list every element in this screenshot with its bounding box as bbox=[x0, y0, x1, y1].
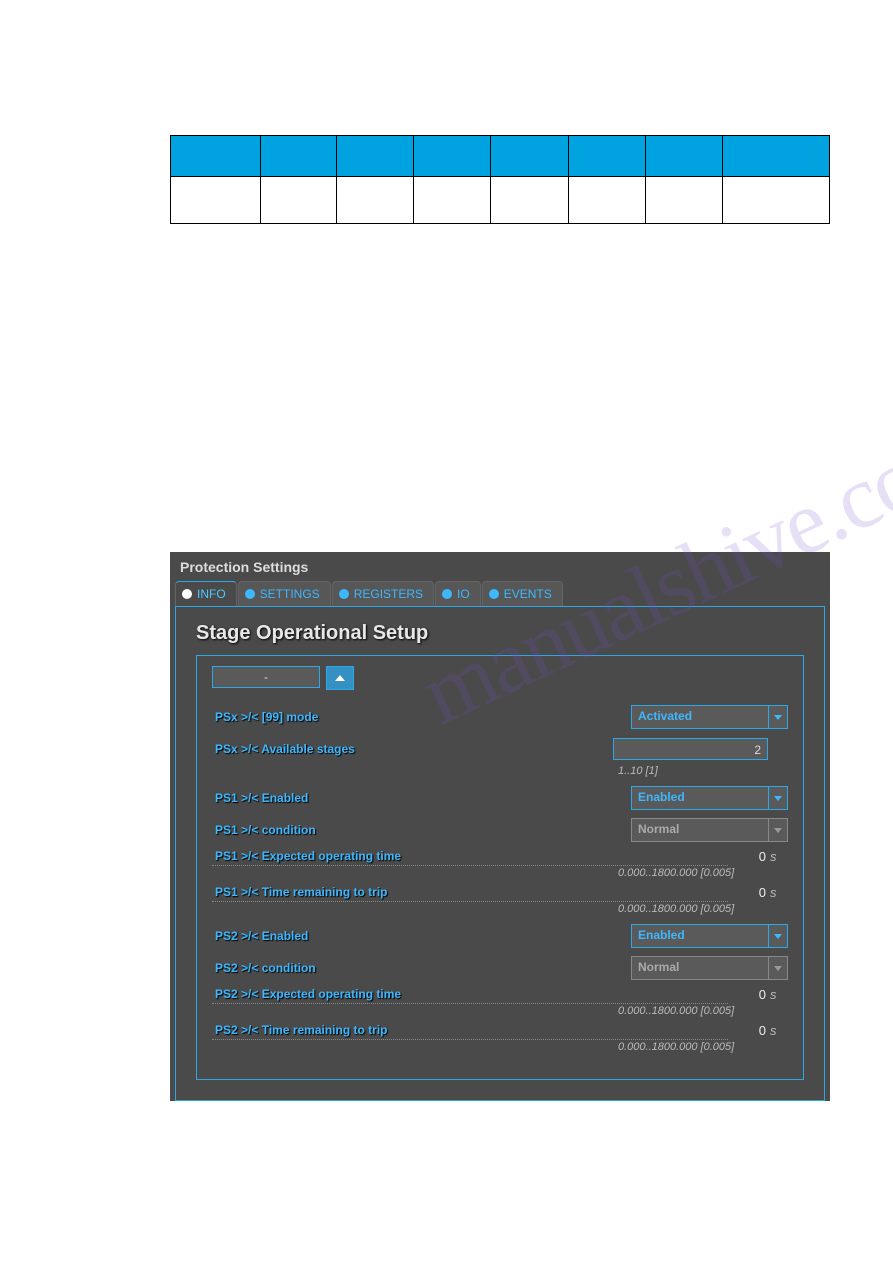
field-label-ps1-remaining: PS1 >/< Time remaining to trip bbox=[212, 885, 728, 902]
section-heading: Stage Operational Setup bbox=[196, 622, 804, 645]
ps2-enabled-dropdown[interactable]: Enabled bbox=[631, 924, 788, 948]
tab-dot-icon bbox=[442, 589, 452, 599]
stages-hint: 1..10 [1] bbox=[618, 765, 788, 777]
tab-label: INFO bbox=[197, 587, 226, 601]
field-label-ps1-condition: PS1 >/< condition bbox=[212, 823, 631, 837]
dropdown-value: Normal bbox=[632, 819, 768, 841]
unit-seconds: s bbox=[766, 885, 788, 900]
dropdown-value: Enabled bbox=[632, 787, 768, 809]
tab-bar: INFO SETTINGS REGISTERS IO EVENTS bbox=[170, 581, 830, 606]
field-label-ps2-condition: PS2 >/< condition bbox=[212, 961, 631, 975]
tab-info[interactable]: INFO bbox=[175, 581, 237, 606]
field-label-ps2-expected: PS2 >/< Expected operating time bbox=[212, 987, 728, 1004]
chevron-up-icon bbox=[335, 675, 345, 681]
tab-label: SETTINGS bbox=[260, 587, 320, 601]
tab-label: EVENTS bbox=[504, 587, 552, 601]
table-row bbox=[171, 177, 830, 224]
chevron-down-icon bbox=[774, 934, 782, 939]
field-label-ps2-enabled: PS2 >/< Enabled bbox=[212, 929, 631, 943]
unit-seconds: s bbox=[766, 987, 788, 1002]
field-label-ps1-expected: PS1 >/< Expected operating time bbox=[212, 849, 728, 866]
ps1-expected-value: 0 bbox=[736, 849, 766, 864]
dropdown-toggle bbox=[768, 957, 787, 979]
field-label-ps2-remaining: PS2 >/< Time remaining to trip bbox=[212, 1023, 728, 1040]
tab-io[interactable]: IO bbox=[435, 581, 481, 606]
chevron-down-icon bbox=[774, 828, 782, 833]
collapse-label: - bbox=[212, 666, 320, 688]
tab-content: Stage Operational Setup - PSx >/< [99] m… bbox=[175, 606, 825, 1101]
ps2-remaining-hint: 0.000..1800.000 [0.005] bbox=[618, 1041, 788, 1053]
ps2-remaining-value: 0 bbox=[736, 1023, 766, 1038]
ps2-condition-dropdown: Normal bbox=[631, 956, 788, 980]
ps2-expected-value: 0 bbox=[736, 987, 766, 1002]
dropdown-toggle bbox=[768, 819, 787, 841]
chevron-down-icon bbox=[774, 966, 782, 971]
ps2-expected-hint: 0.000..1800.000 [0.005] bbox=[618, 1005, 788, 1017]
tab-label: REGISTERS bbox=[354, 587, 423, 601]
tab-dot-icon bbox=[182, 589, 192, 599]
collapse-button[interactable] bbox=[326, 666, 354, 690]
ps1-enabled-dropdown[interactable]: Enabled bbox=[631, 786, 788, 810]
field-label-mode: PSx >/< [99] mode bbox=[212, 710, 631, 724]
dropdown-toggle[interactable] bbox=[768, 925, 787, 947]
field-label-stages: PSx >/< Available stages bbox=[212, 742, 613, 756]
tab-dot-icon bbox=[339, 589, 349, 599]
stages-input[interactable]: 2 bbox=[613, 738, 768, 760]
tab-settings[interactable]: SETTINGS bbox=[238, 581, 331, 606]
unit-seconds: s bbox=[766, 1023, 788, 1038]
ps1-remaining-hint: 0.000..1800.000 [0.005] bbox=[618, 903, 788, 915]
field-label-ps1-enabled: PS1 >/< Enabled bbox=[212, 791, 631, 805]
protection-settings-panel: Protection Settings INFO SETTINGS REGIST… bbox=[170, 552, 830, 1101]
dropdown-value: Normal bbox=[632, 957, 768, 979]
dropdown-toggle[interactable] bbox=[768, 706, 787, 728]
mode-dropdown[interactable]: Activated bbox=[631, 705, 788, 729]
ps1-remaining-value: 0 bbox=[736, 885, 766, 900]
dropdown-value: Activated bbox=[632, 706, 768, 728]
ps1-condition-dropdown: Normal bbox=[631, 818, 788, 842]
ončdropdown-value: Enabled bbox=[632, 925, 768, 947]
tab-registers[interactable]: REGISTERS bbox=[332, 581, 434, 606]
table-header-row bbox=[171, 136, 830, 177]
tab-label: IO bbox=[457, 587, 470, 601]
dropdown-toggle[interactable] bbox=[768, 787, 787, 809]
tab-events[interactable]: EVENTS bbox=[482, 581, 563, 606]
chevron-down-icon bbox=[774, 796, 782, 801]
settings-group: - PSx >/< [99] mode Activated PSx >/< Av… bbox=[196, 655, 804, 1080]
panel-title: Protection Settings bbox=[170, 552, 830, 581]
ps1-expected-hint: 0.000..1800.000 [0.005] bbox=[618, 867, 788, 879]
tab-dot-icon bbox=[489, 589, 499, 599]
chevron-down-icon bbox=[774, 715, 782, 720]
unit-seconds: s bbox=[766, 849, 788, 864]
data-table bbox=[170, 135, 830, 224]
tab-dot-icon bbox=[245, 589, 255, 599]
